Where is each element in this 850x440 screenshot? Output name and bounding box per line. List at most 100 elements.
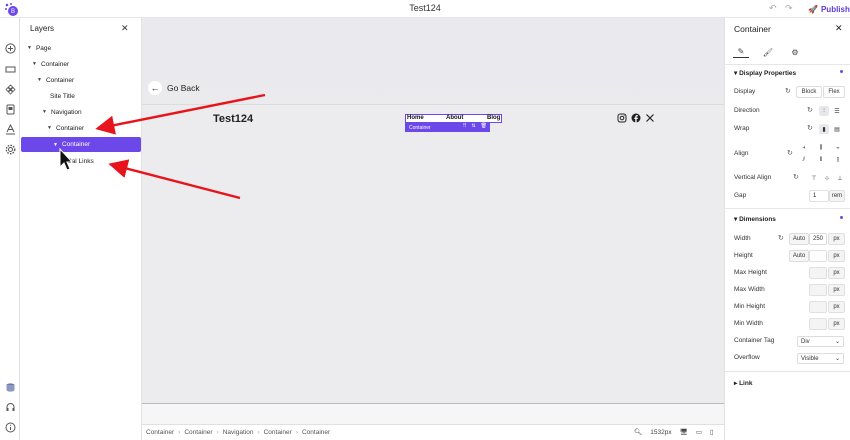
navigation-container[interactable]: Home About Blog <box>405 114 502 123</box>
x-twitter-icon[interactable] <box>645 113 655 123</box>
height-unit-select[interactable]: px <box>828 250 845 262</box>
container-tag-select[interactable]: Div ⌄ <box>797 336 844 347</box>
site-title[interactable]: Test124 <box>213 113 253 125</box>
layout-icon[interactable] <box>3 62 17 76</box>
caret-down-icon[interactable]: ▼ <box>37 77 42 83</box>
undo-icon[interactable]: ↶ <box>769 3 777 14</box>
space-around-icon[interactable]: ⦀ <box>816 155 826 165</box>
align-start-icon[interactable]: ⫞ <box>799 143 809 153</box>
width-unit-select[interactable]: px <box>828 233 845 245</box>
layer-node-container-selected[interactable]: ▼ Container <box>21 137 141 152</box>
drag-handle-icon[interactable]: ⠿ <box>463 123 467 129</box>
layer-node-page[interactable]: ▼ Page <box>27 42 51 54</box>
max-width-input[interactable] <box>809 284 827 296</box>
layer-node-navigation[interactable]: ▼ Navigation <box>42 106 82 118</box>
delete-icon[interactable]: 🗑 <box>481 123 487 129</box>
wrap-icon[interactable]: ▤ <box>832 124 842 134</box>
dimensions-section[interactable]: ▾ Dimensions <box>734 215 843 223</box>
display-flex-button[interactable]: Flex <box>823 86 845 98</box>
min-height-unit[interactable]: px <box>828 301 845 313</box>
breadcrumb-item[interactable]: Navigation <box>223 429 254 436</box>
nowrap-icon[interactable]: ▮ <box>819 124 829 134</box>
reset-icon[interactable]: ↻ <box>785 87 791 95</box>
add-icon[interactable] <box>3 41 17 55</box>
components-icon[interactable] <box>3 82 17 96</box>
document-title: Test124 <box>409 3 441 13</box>
facebook-icon[interactable] <box>631 113 641 123</box>
publish-button[interactable]: 🚀 Publish <box>808 2 850 16</box>
layer-node-cal-links[interactable]: Cal Links <box>67 155 94 167</box>
layer-node-container[interactable]: ▼ Container <box>47 122 84 134</box>
breadcrumb-item[interactable]: Container <box>146 429 174 436</box>
page-frame[interactable] <box>142 104 724 404</box>
min-width-input[interactable] <box>809 318 827 330</box>
interactions-tab-brush-icon[interactable]: 🖌 <box>760 46 776 58</box>
width-input[interactable]: 250 <box>809 233 827 245</box>
breadcrumb-item[interactable]: Container <box>184 429 212 436</box>
height-input[interactable] <box>809 250 827 262</box>
breadcrumb-item[interactable]: Container <box>302 429 330 436</box>
width-auto-button[interactable]: Auto <box>789 233 809 245</box>
mobile-icon[interactable]: ▯ <box>710 428 714 436</box>
display-properties-section[interactable]: ▾ Display Properties <box>734 69 843 77</box>
breadcrumb-item[interactable]: Container <box>264 429 292 436</box>
support-icon[interactable] <box>3 400 17 414</box>
valign-bottom-icon[interactable]: ⊥ <box>835 173 845 183</box>
typography-icon[interactable] <box>3 122 17 136</box>
link-section[interactable]: ▸ Link <box>734 379 752 387</box>
nav-link-about[interactable]: About <box>446 115 463 121</box>
settings-tab-gear-icon[interactable]: ⚙ <box>787 46 803 58</box>
database-icon[interactable] <box>3 380 17 394</box>
valign-top-icon[interactable]: ⊤ <box>809 173 819 183</box>
min-width-unit[interactable]: px <box>828 318 845 330</box>
align-end-icon[interactable]: ⫟ <box>833 143 843 153</box>
tablet-icon[interactable]: ▭ <box>696 428 702 436</box>
settings-gear-icon[interactable] <box>3 142 17 156</box>
nav-link-blog[interactable]: Blog <box>487 115 500 121</box>
breadcrumb: Container › Container › Navigation › Contai… <box>146 429 330 436</box>
reset-icon[interactable]: ↻ <box>787 149 793 157</box>
min-height-input[interactable] <box>809 301 827 313</box>
caret-down-icon[interactable]: ▼ <box>27 45 32 51</box>
reset-icon[interactable]: ↻ <box>807 124 813 132</box>
space-evenly-icon[interactable]: ⫾ <box>833 155 843 165</box>
caret-down-icon[interactable]: ▼ <box>47 125 52 131</box>
space-between-icon[interactable]: ⫽ <box>799 155 809 165</box>
max-height-unit[interactable]: px <box>828 267 845 279</box>
info-icon[interactable] <box>3 420 17 434</box>
max-width-unit[interactable]: px <box>828 284 845 296</box>
caret-down-icon[interactable]: ▼ <box>42 109 47 115</box>
close-icon[interactable]: ✕ <box>121 23 129 34</box>
design-canvas[interactable]: ← Go Back Test124 Home About Blog Contai… <box>142 18 724 440</box>
instagram-icon[interactable] <box>617 113 627 123</box>
reset-icon[interactable]: ↻ <box>793 173 799 181</box>
gap-unit-select[interactable]: rem <box>829 190 845 202</box>
pages-icon[interactable] <box>3 102 17 116</box>
redo-icon[interactable]: ↷ <box>785 3 793 14</box>
selected-element-tag[interactable]: Container ⠿ ⇅ 🗑 <box>405 123 490 132</box>
reset-icon[interactable]: ↻ <box>778 234 784 242</box>
caret-down-icon[interactable]: ▼ <box>53 142 58 148</box>
max-height-input[interactable] <box>809 267 827 279</box>
height-auto-button[interactable]: Auto <box>789 250 809 262</box>
style-tab-pencil-icon[interactable]: ✎ <box>733 46 749 58</box>
gap-input[interactable]: 1 <box>809 190 829 202</box>
valign-middle-icon[interactable]: ⊹ <box>822 173 832 183</box>
desktop-icon[interactable]: 🖥 <box>680 428 688 436</box>
chevron-down-icon: ⌄ <box>834 339 840 345</box>
display-block-button[interactable]: Block <box>796 86 822 98</box>
close-icon[interactable]: ✕ <box>835 23 843 34</box>
reset-icon[interactable]: ↻ <box>807 106 813 114</box>
direction-column-icon[interactable]: ☰ <box>832 106 842 116</box>
zoom-icon[interactable]: 🔍︎ <box>634 428 642 436</box>
nav-link-home[interactable]: Home <box>407 115 424 121</box>
layer-node-site-title[interactable]: Site Title <box>50 90 75 102</box>
go-back-button[interactable]: ← Go Back <box>148 81 200 95</box>
overflow-select[interactable]: Visible ⌄ <box>797 353 844 364</box>
layer-node-container[interactable]: ▼ Container <box>37 74 74 86</box>
caret-down-icon[interactable]: ▼ <box>32 61 37 67</box>
direction-row-icon[interactable]: ⫶ <box>819 106 829 116</box>
layer-node-container[interactable]: ▼ Container <box>32 58 69 70</box>
move-icon[interactable]: ⇅ <box>471 123 475 129</box>
align-center-icon[interactable]: ⫼ <box>816 143 826 153</box>
